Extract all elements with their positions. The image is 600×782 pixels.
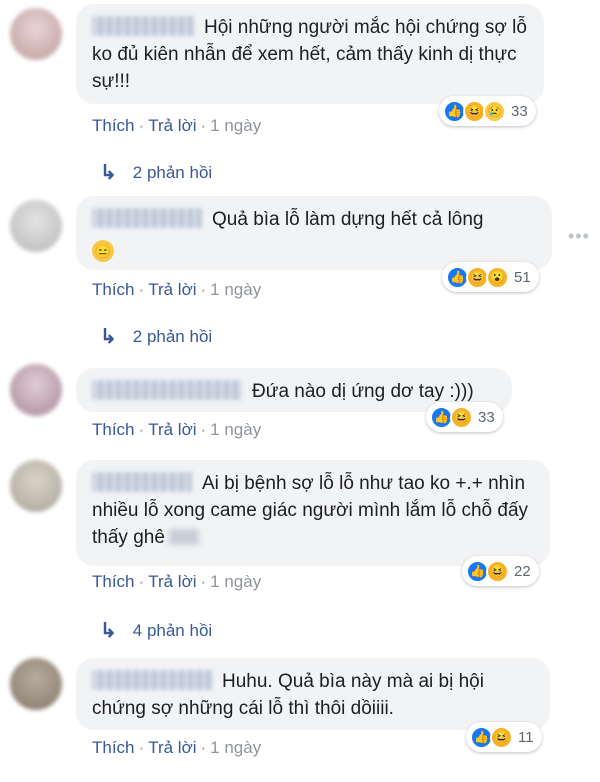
timestamp[interactable]: 1 ngày bbox=[210, 738, 261, 757]
reply-arrow-icon: ↳ bbox=[100, 326, 117, 348]
timestamp[interactable]: 1 ngày bbox=[210, 420, 261, 439]
separator: · bbox=[200, 116, 207, 135]
commenter-name[interactable] bbox=[92, 380, 242, 400]
commenter-name[interactable] bbox=[92, 670, 212, 690]
reply-arrow-icon: ↳ bbox=[100, 620, 117, 642]
blurred-emoji bbox=[168, 529, 199, 545]
comment-actions: Thích · Trả lời · 1 ngày bbox=[92, 116, 261, 136]
reply-button[interactable]: Trả lời bbox=[148, 738, 196, 757]
expressionless-emoji-icon: 😑 bbox=[92, 240, 114, 262]
comment-actions: Thích · Trả lời · 1 ngày bbox=[92, 738, 261, 758]
comment-actions: Thích · Trả lời · 1 ngày bbox=[92, 420, 261, 440]
reaction-count: 51 bbox=[514, 268, 531, 286]
separator: · bbox=[200, 572, 207, 591]
commenter-name[interactable] bbox=[92, 16, 194, 36]
reply-button[interactable]: Trả lời bbox=[148, 420, 196, 439]
separator: · bbox=[138, 420, 145, 439]
reply-button[interactable]: Trả lời bbox=[148, 116, 196, 135]
avatar[interactable] bbox=[10, 658, 62, 710]
haha-reaction-icon: 😆 bbox=[490, 725, 513, 749]
separator: · bbox=[138, 738, 145, 757]
comment-bubble: Hội những người mắc hội chứng sợ lỗ ko đ… bbox=[76, 4, 544, 104]
separator: · bbox=[138, 116, 145, 135]
reaction-count: 11 bbox=[518, 728, 534, 746]
like-button[interactable]: Thích bbox=[92, 280, 135, 299]
reaction-summary[interactable]: 👍 😆 😮 51 bbox=[442, 262, 539, 292]
reply-button[interactable]: Trả lời bbox=[148, 280, 196, 299]
commenter-name[interactable] bbox=[92, 472, 192, 492]
reaction-summary[interactable]: 👍 😆 22 bbox=[462, 556, 539, 586]
wow-reaction-icon: 😮 bbox=[486, 265, 509, 289]
haha-reaction-icon: 😆 bbox=[450, 405, 473, 429]
reaction-summary[interactable]: 👍 😆 33 bbox=[426, 402, 503, 432]
comment-bubble: Huhu. Quả bìa này mà ai bị hội chứng sợ … bbox=[76, 658, 550, 730]
reaction-count: 33 bbox=[511, 102, 528, 120]
haha-reaction-icon: 😆 bbox=[486, 559, 509, 583]
reaction-summary[interactable]: 👍 😆 11 bbox=[466, 722, 542, 752]
avatar[interactable] bbox=[10, 200, 62, 252]
like-button[interactable]: Thích bbox=[92, 738, 135, 757]
comment-actions: Thích · Trả lời · 1 ngày bbox=[92, 572, 261, 592]
timestamp[interactable]: 1 ngày bbox=[210, 116, 261, 135]
commenter-name[interactable] bbox=[92, 208, 202, 228]
reaction-summary[interactable]: 👍 😆 😢 33 bbox=[439, 96, 536, 126]
like-button[interactable]: Thích bbox=[92, 420, 135, 439]
timestamp[interactable]: 1 ngày bbox=[210, 572, 261, 591]
separator: · bbox=[200, 280, 207, 299]
comment-bubble: Quả bìa lỗ làm dựng hết cả lông 😑 bbox=[76, 196, 552, 270]
reaction-count: 22 bbox=[514, 562, 531, 580]
view-replies-link[interactable]: ↳ 4 phản hồi bbox=[100, 618, 212, 643]
comment-bubble: Ai bị bệnh sợ lỗ lỗ như tao ko +.+ nhìn … bbox=[76, 460, 550, 566]
view-replies-link[interactable]: ↳ 2 phản hồi bbox=[100, 324, 212, 349]
reaction-count: 33 bbox=[478, 408, 495, 426]
like-button[interactable]: Thích bbox=[92, 116, 135, 135]
separator: · bbox=[138, 280, 145, 299]
separator: · bbox=[200, 420, 207, 439]
comment-text: Quả bìa lỗ làm dựng hết cả lông bbox=[212, 209, 484, 230]
sad-reaction-icon: 😢 bbox=[483, 99, 506, 123]
separator: · bbox=[138, 572, 145, 591]
view-replies-link[interactable]: ↳ 2 phản hồi bbox=[100, 160, 212, 185]
separator: · bbox=[200, 738, 207, 757]
avatar[interactable] bbox=[10, 364, 62, 416]
avatar[interactable] bbox=[10, 8, 62, 60]
comment-text: Đứa nào dị ứng dơ tay :))) bbox=[252, 381, 474, 402]
timestamp[interactable]: 1 ngày bbox=[210, 280, 261, 299]
reply-arrow-icon: ↳ bbox=[100, 162, 117, 184]
replies-count[interactable]: 2 phản hồi bbox=[133, 163, 212, 183]
comment-actions: Thích · Trả lời · 1 ngày bbox=[92, 280, 261, 300]
like-button[interactable]: Thích bbox=[92, 572, 135, 591]
avatar[interactable] bbox=[10, 460, 62, 512]
reply-button[interactable]: Trả lời bbox=[148, 572, 196, 591]
replies-count[interactable]: 2 phản hồi bbox=[133, 327, 212, 347]
more-horizontal-icon[interactable]: ••• bbox=[568, 226, 590, 247]
replies-count[interactable]: 4 phản hồi bbox=[133, 621, 212, 641]
